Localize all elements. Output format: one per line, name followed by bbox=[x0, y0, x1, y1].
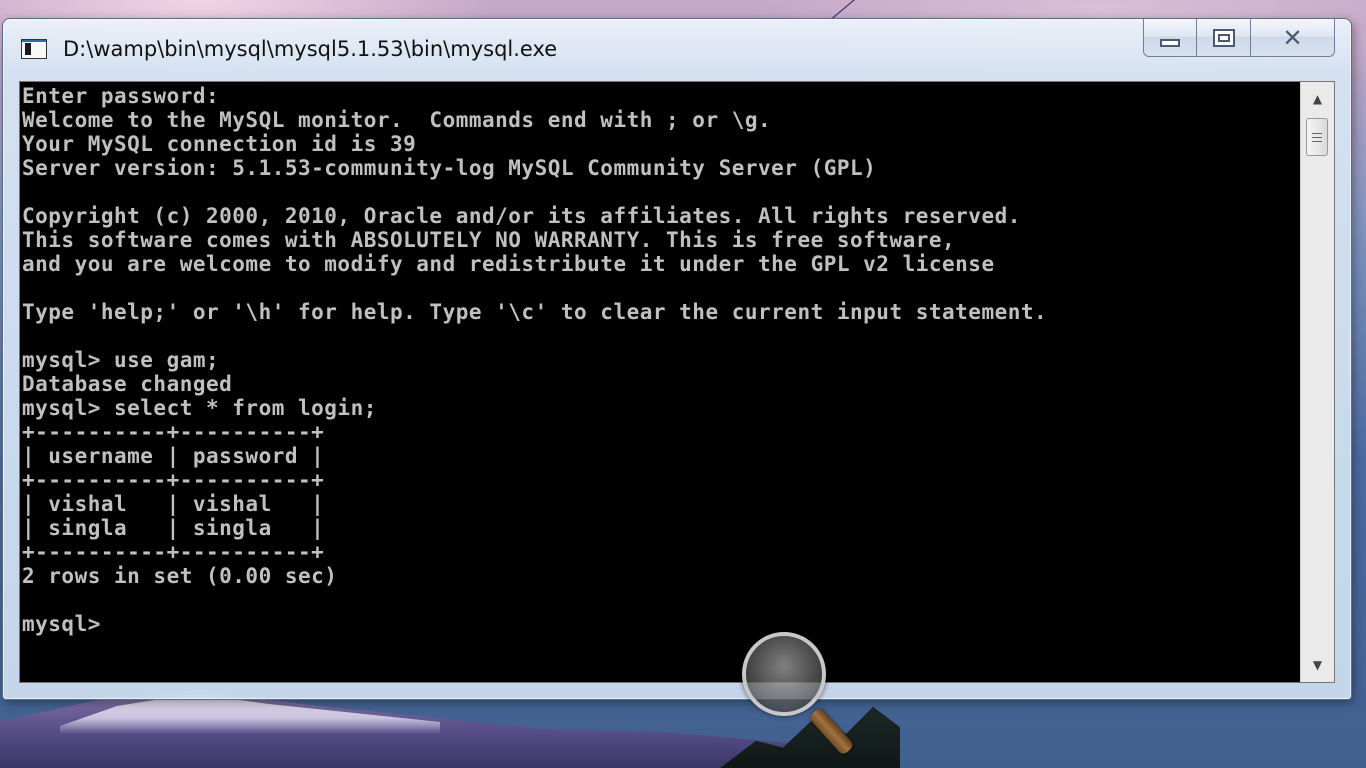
console-line: | username | password | bbox=[22, 444, 325, 468]
console-line: and you are welcome to modify and redist… bbox=[22, 252, 995, 276]
console-window-icon[interactable] bbox=[21, 39, 47, 59]
console-line: 2 rows in set (0.00 sec) bbox=[22, 564, 338, 588]
title-bar[interactable]: D:\wamp\bin\mysql\mysql5.1.53\bin\mysql.… bbox=[3, 19, 1351, 79]
scroll-up-arrow-icon[interactable]: ▲ bbox=[1301, 82, 1334, 116]
maximize-button[interactable] bbox=[1197, 19, 1251, 57]
console-line: Server version: 5.1.53-community-log MyS… bbox=[22, 156, 877, 180]
console-output[interactable]: Enter password: Welcome to the MySQL moni… bbox=[22, 84, 1302, 636]
scrollbar-thumb[interactable] bbox=[1306, 118, 1328, 156]
console-line: +----------+----------+ bbox=[22, 468, 325, 492]
console-line: | singla | singla | bbox=[22, 516, 325, 540]
minimize-button[interactable] bbox=[1143, 19, 1197, 57]
maximize-icon bbox=[1212, 28, 1235, 47]
console-line: Your MySQL connection id is 39 bbox=[22, 132, 417, 156]
console-line: | vishal | vishal | bbox=[22, 492, 325, 516]
caption-buttons: ✕ bbox=[1143, 19, 1335, 59]
wallpaper-trees bbox=[720, 706, 900, 768]
console-line: Enter password: bbox=[22, 84, 220, 108]
scrollbar-grip bbox=[1312, 136, 1322, 138]
console-line: Welcome to the MySQL monitor. Commands e… bbox=[22, 108, 772, 132]
console-line: mysql> use gam; bbox=[22, 348, 220, 372]
console-line: This software comes with ABSOLUTELY NO W… bbox=[22, 228, 956, 252]
magnifier-icon[interactable] bbox=[742, 632, 826, 716]
console-line: Type 'help;' or '\h' for help. Type '\c'… bbox=[22, 300, 1048, 324]
scrollbar-grip bbox=[1312, 140, 1322, 142]
scrollbar-grip bbox=[1312, 132, 1322, 134]
close-button[interactable]: ✕ bbox=[1251, 19, 1335, 57]
console-line: Database changed bbox=[22, 372, 233, 396]
scroll-down-arrow-icon[interactable]: ▼ bbox=[1301, 648, 1334, 682]
vertical-scrollbar[interactable]: ▲ ▼ bbox=[1300, 82, 1334, 682]
console-window[interactable]: D:\wamp\bin\mysql\mysql5.1.53\bin\mysql.… bbox=[2, 18, 1352, 700]
console-area[interactable]: Enter password: Welcome to the MySQL moni… bbox=[19, 81, 1335, 683]
console-line: Copyright (c) 2000, 2010, Oracle and/or … bbox=[22, 204, 1021, 228]
console-line: +----------+----------+ bbox=[22, 420, 325, 444]
console-line: mysql> select * from login; bbox=[22, 396, 377, 420]
window-title: D:\wamp\bin\mysql\mysql5.1.53\bin\mysql.… bbox=[63, 37, 558, 61]
close-icon: ✕ bbox=[1282, 23, 1303, 52]
minimize-icon bbox=[1160, 38, 1180, 47]
console-line: mysql> bbox=[22, 612, 101, 636]
console-line: +----------+----------+ bbox=[22, 540, 325, 564]
